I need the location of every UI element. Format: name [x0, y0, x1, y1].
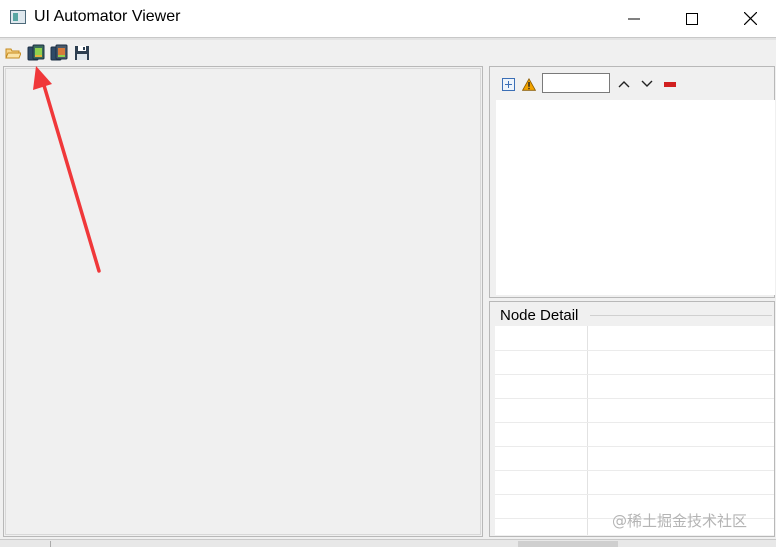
- open-button[interactable]: [4, 44, 22, 62]
- minimize-button[interactable]: [606, 0, 662, 37]
- main-toolbar: [0, 41, 776, 65]
- status-divider: [50, 541, 51, 547]
- close-button[interactable]: [722, 0, 776, 37]
- screenshot-canvas: [5, 68, 481, 535]
- save-button[interactable]: [73, 44, 91, 62]
- minimize-icon: [628, 18, 640, 19]
- node-detail-title: Node Detail: [500, 307, 581, 324]
- node-detail-table[interactable]: [495, 326, 774, 535]
- device-screenshot-compressed-button[interactable]: [50, 44, 68, 62]
- chevron-up-icon: [618, 81, 630, 88]
- device-screenshot-button[interactable]: [27, 44, 45, 62]
- table-row: [495, 422, 774, 423]
- previous-match-button[interactable]: [615, 74, 633, 94]
- app-icon: [10, 10, 26, 24]
- device-screenshot-icon: [27, 44, 45, 61]
- toggle-nafs-button[interactable]: [520, 74, 538, 94]
- watermark: @稀土掘金技术社区: [612, 512, 748, 530]
- device-screenshot-compressed-icon: [50, 44, 68, 61]
- close-icon: [743, 12, 757, 25]
- status-scroll-thumb: [518, 541, 618, 547]
- warning-icon: [522, 77, 536, 91]
- table-row: [495, 470, 774, 471]
- title-separator: [0, 37, 776, 40]
- next-match-button[interactable]: [638, 74, 656, 94]
- node-detail-panel: Node Detail: [489, 301, 775, 537]
- title-bar: UI Automator Viewer: [0, 0, 776, 37]
- expand-all-icon: [501, 77, 515, 91]
- column-divider: [587, 326, 588, 535]
- clear-icon: [664, 81, 676, 87]
- maximize-button[interactable]: [664, 0, 720, 37]
- table-row: [495, 350, 774, 351]
- table-row: [495, 494, 774, 495]
- maximize-icon: [686, 12, 698, 25]
- search-input[interactable]: [542, 73, 610, 93]
- table-row: [495, 374, 774, 375]
- hierarchy-tree[interactable]: [496, 100, 775, 295]
- open-folder-icon: [5, 48, 21, 59]
- expand-all-button[interactable]: [499, 74, 517, 94]
- table-row: [495, 446, 774, 447]
- table-row: [495, 398, 774, 399]
- group-border: [590, 315, 772, 316]
- screenshot-panel[interactable]: [3, 66, 483, 537]
- chevron-down-icon: [641, 80, 653, 87]
- save-icon: [75, 46, 89, 60]
- clear-search-button[interactable]: [661, 74, 679, 94]
- hierarchy-panel: [489, 66, 775, 298]
- window-title: UI Automator Viewer: [34, 8, 181, 25]
